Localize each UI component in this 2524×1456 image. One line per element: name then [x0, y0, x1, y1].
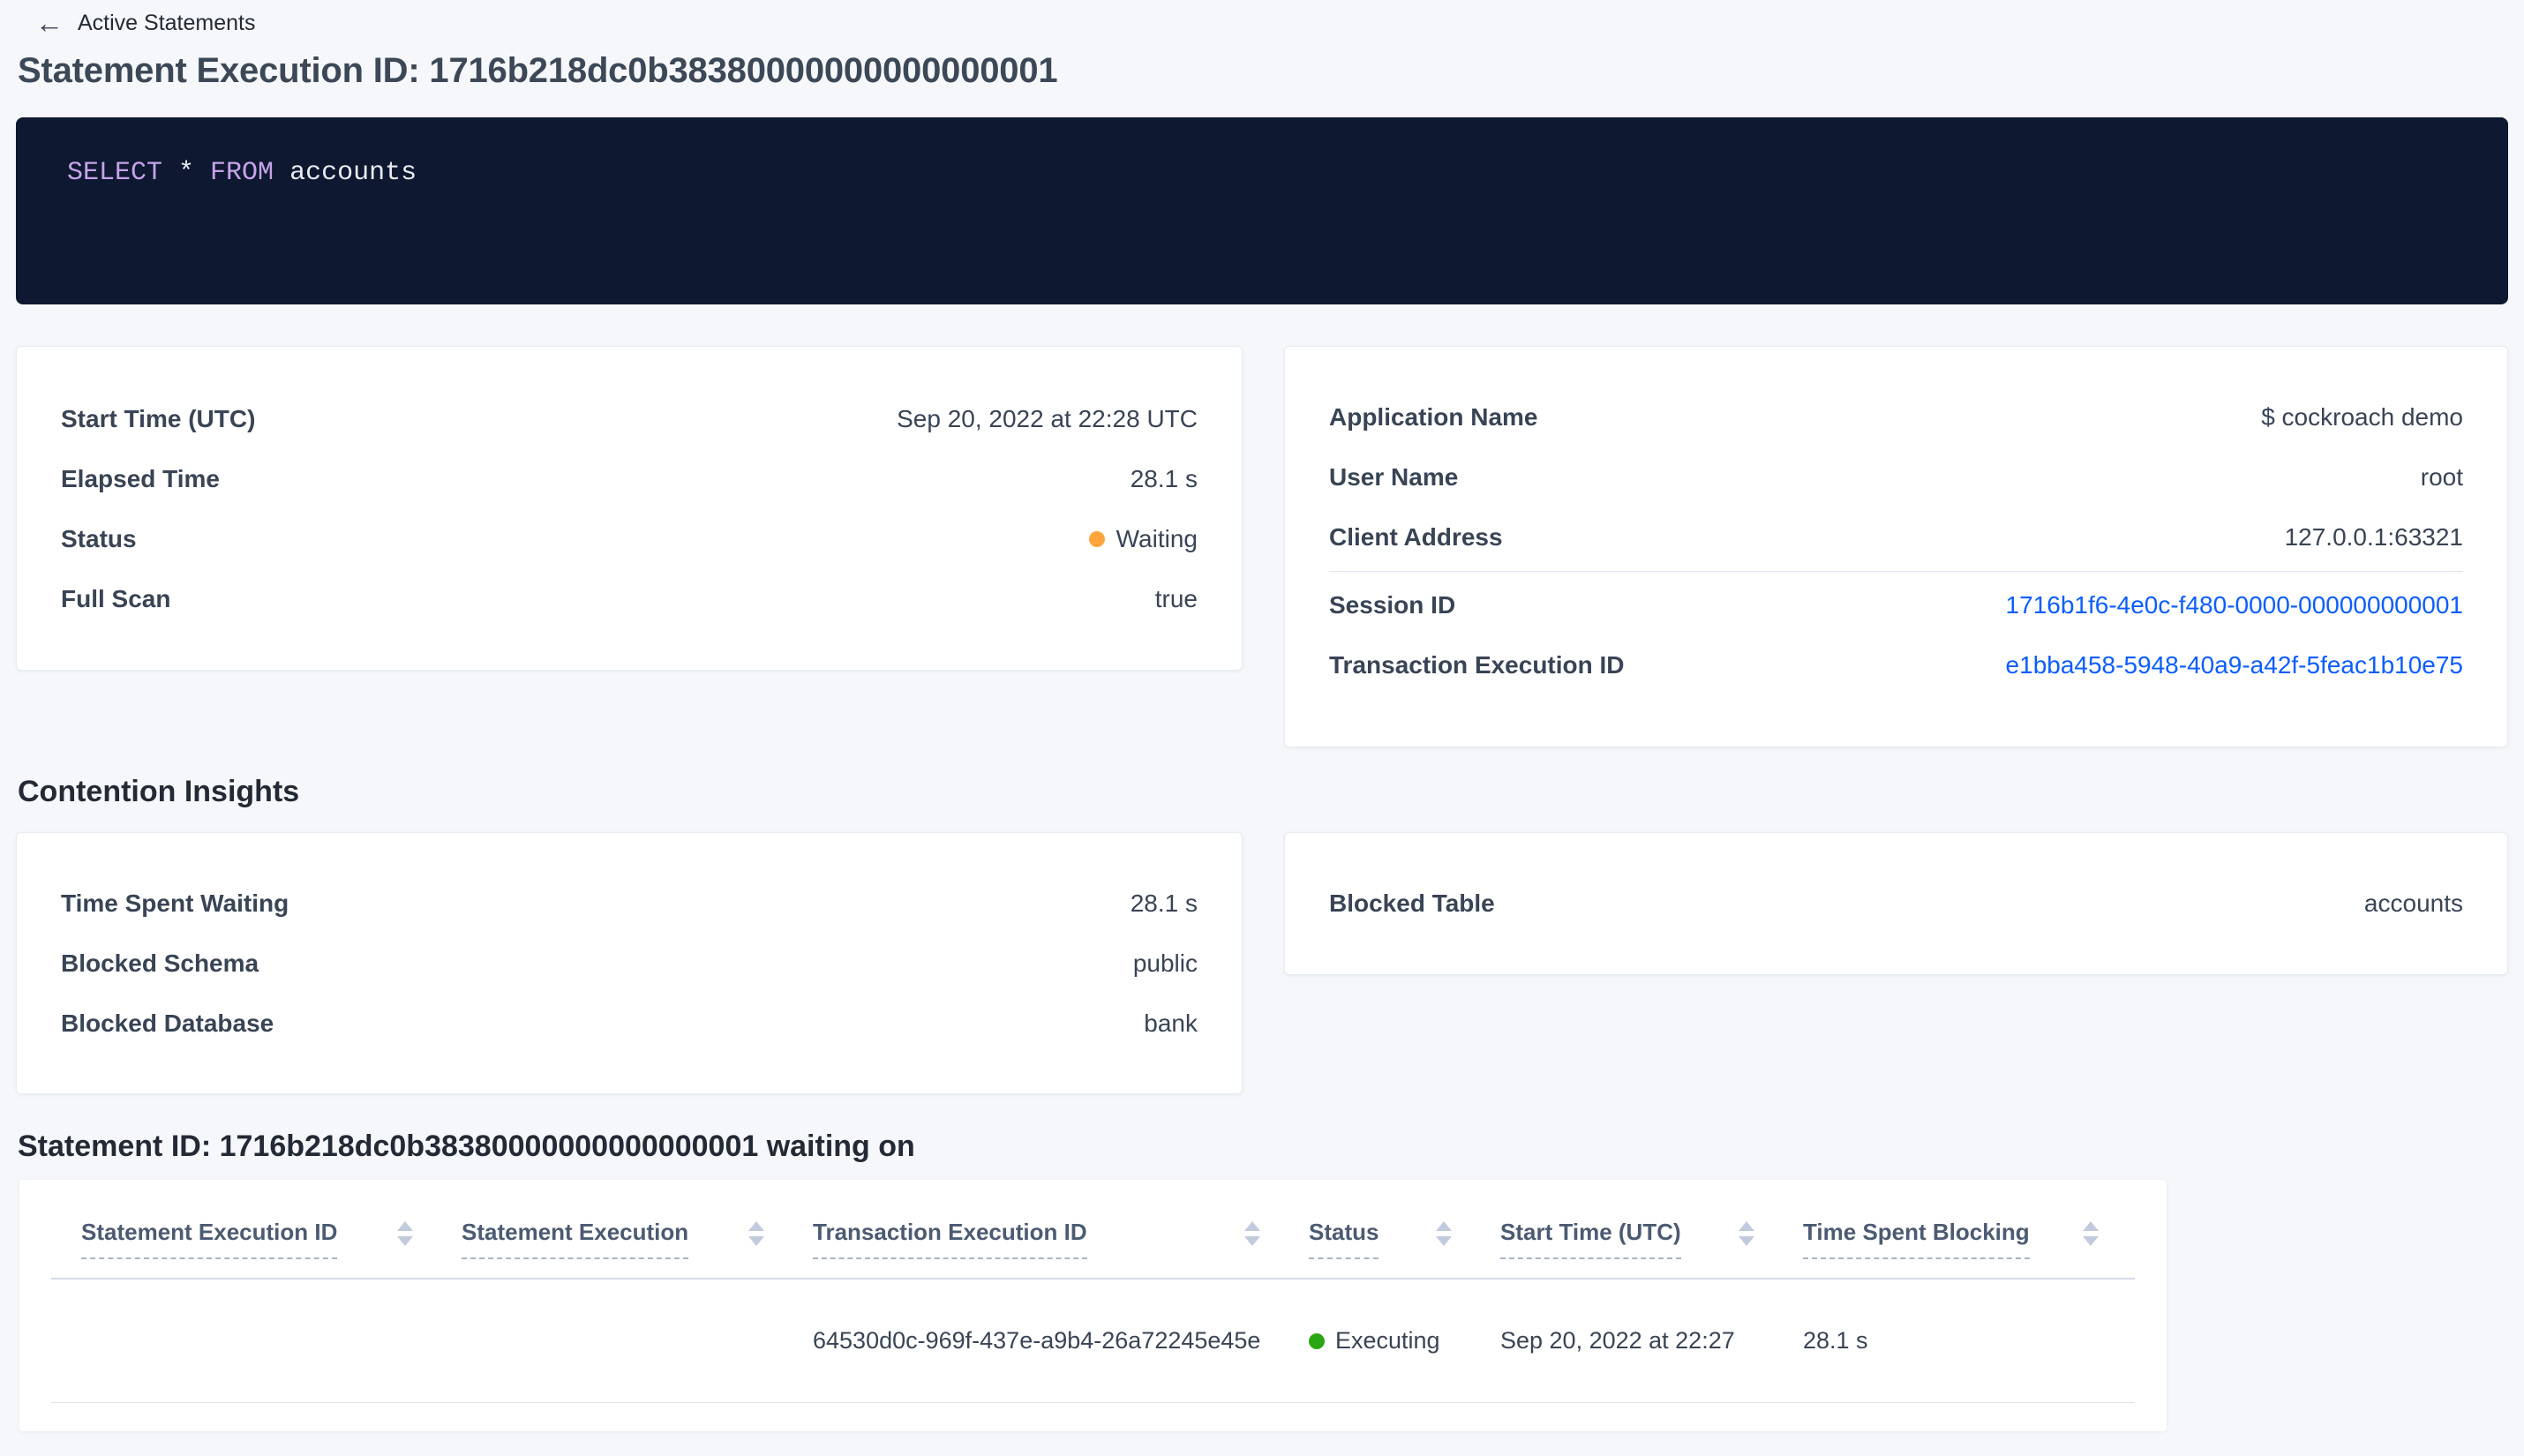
status-dot-executing — [1309, 1332, 1325, 1349]
status-text: Executing — [1335, 1327, 1440, 1354]
row-value: $ cockroach demo — [2261, 403, 2463, 431]
row-value: root — [2420, 463, 2463, 491]
row-value: true — [1154, 585, 1198, 612]
row-label: Full Scan — [61, 585, 171, 612]
overview-card: Start Time (UTC) Sep 20, 2022 at 22:28 U… — [16, 346, 1243, 671]
column-header-time-spent-blocking[interactable]: Time Spent Blocking — [1803, 1219, 2104, 1259]
row-status: Status Waiting — [17, 509, 1242, 569]
column-header-statement-execution-id[interactable]: Statement Execution ID — [81, 1219, 462, 1259]
row-value: accounts — [2363, 889, 2463, 917]
sql-keyword: SELECT — [67, 158, 163, 188]
blocked-table-card: Blocked Table accounts — [1284, 832, 2508, 975]
row-label: Client Address — [1329, 523, 1503, 551]
row-label: Blocked Database — [61, 1009, 274, 1037]
sort-icon[interactable] — [1739, 1221, 1754, 1246]
row-value: 28.1 s — [1130, 465, 1198, 492]
sort-icon[interactable] — [2083, 1221, 2099, 1246]
row-blocked-table: Blocked Table accounts — [1285, 874, 2507, 934]
column-header-transaction-execution-id[interactable]: Transaction Execution ID — [813, 1219, 1309, 1259]
transaction-execution-id-link[interactable]: e1bba458-5948-40a9-a42f-5feac1b10e75 — [2006, 651, 2463, 679]
row-label: Transaction Execution ID — [1329, 651, 1625, 679]
session-id-link[interactable]: 1716b1f6-4e0c-f480-0000-000000000001 — [2006, 591, 2463, 619]
page-title: Statement Execution ID: 1716b218dc0b3838… — [18, 51, 1058, 90]
row-label: Blocked Table — [1329, 889, 1495, 917]
sql-statement-box: SELECT * FROM accounts — [16, 117, 2508, 304]
row-time-spent-waiting: Time Spent Waiting 28.1 s — [17, 874, 1242, 934]
row-label: Blocked Schema — [61, 949, 259, 977]
row-full-scan: Full Scan true — [17, 569, 1242, 629]
sort-icon[interactable] — [1244, 1221, 1260, 1246]
cell-start-time: Sep 20, 2022 at 22:27 — [1500, 1327, 1735, 1354]
card-divider — [1329, 571, 2463, 572]
row-label: Elapsed Time — [61, 465, 221, 492]
row-value: 28.1 s — [1130, 889, 1198, 917]
row-label: Time Spent Waiting — [61, 889, 289, 917]
row-label: Application Name — [1329, 403, 1538, 431]
row-value: Sep 20, 2022 at 22:28 UTC — [897, 405, 1198, 432]
column-label[interactable]: Time Spent Blocking — [1803, 1219, 2030, 1259]
row-user-name: User Name root — [1285, 447, 2507, 507]
page-root: ← Active Statements Statement Execution … — [0, 0, 2524, 1456]
row-elapsed-time: Elapsed Time 28.1 s — [17, 449, 1242, 509]
status-dot-waiting — [1088, 531, 1105, 547]
cell-time-spent-blocking: 28.1 s — [1803, 1327, 1868, 1354]
row-value: bank — [1144, 1009, 1198, 1037]
contention-card: Time Spent Waiting 28.1 s Blocked Schema… — [16, 832, 1243, 1094]
sort-icon[interactable] — [397, 1221, 413, 1246]
session-card: Application Name $ cockroach demo User N… — [1284, 346, 2508, 747]
waiting-on-table: Statement Execution ID Statement Executi… — [19, 1180, 2167, 1431]
column-label[interactable]: Start Time (UTC) — [1500, 1219, 1681, 1259]
column-label[interactable]: Statement Execution — [462, 1219, 689, 1259]
row-label: User Name — [1329, 463, 1459, 491]
column-label[interactable]: Transaction Execution ID — [813, 1219, 1087, 1259]
sort-icon[interactable] — [748, 1221, 764, 1246]
back-arrow-icon[interactable]: ← — [35, 9, 64, 37]
breadcrumb: ← Active Statements — [35, 9, 255, 37]
table-row: 64530d0c-969f-437e-a9b4-26a72245e45e Exe… — [51, 1280, 2135, 1403]
waiting-on-heading: Statement ID: 1716b218dc0b38380000000000… — [18, 1130, 915, 1163]
row-application-name: Application Name $ cockroach demo — [1285, 387, 2507, 447]
cell-status: Executing — [1309, 1327, 1500, 1355]
status-value: Waiting — [1088, 525, 1198, 553]
row-start-time: Start Time (UTC) Sep 20, 2022 at 22:28 U… — [17, 389, 1242, 449]
back-link-active-statements[interactable]: Active Statements — [78, 11, 255, 36]
row-value: 127.0.0.1:63321 — [2284, 523, 2463, 551]
column-header-statement-execution[interactable]: Statement Execution — [462, 1219, 813, 1259]
column-label[interactable]: Status — [1309, 1219, 1379, 1259]
column-label[interactable]: Statement Execution ID — [81, 1219, 338, 1259]
cell-transaction-execution-id: 64530d0c-969f-437e-a9b4-26a72245e45e — [813, 1327, 1261, 1354]
row-blocked-database: Blocked Database bank — [17, 994, 1242, 1054]
row-transaction-execution-id: Transaction Execution ID e1bba458-5948-4… — [1285, 635, 2507, 695]
row-label: Status — [61, 525, 137, 552]
row-client-address: Client Address 127.0.0.1:63321 — [1285, 507, 2507, 567]
sort-icon[interactable] — [1436, 1221, 1452, 1246]
status-text: Waiting — [1116, 525, 1198, 552]
row-value: public — [1132, 949, 1198, 977]
column-header-status[interactable]: Status — [1309, 1219, 1500, 1259]
sql-statement-text: SELECT * FROM accounts — [67, 158, 417, 188]
row-session-id: Session ID 1716b1f6-4e0c-f480-0000-00000… — [1285, 575, 2507, 635]
row-blocked-schema: Blocked Schema public — [17, 934, 1242, 994]
row-label: Session ID — [1329, 591, 1456, 619]
sql-keyword: FROM — [210, 158, 274, 188]
column-header-start-time[interactable]: Start Time (UTC) — [1500, 1219, 1803, 1259]
contention-insights-heading: Contention Insights — [18, 775, 300, 808]
row-label: Start Time (UTC) — [61, 405, 256, 432]
table-header-row: Statement Execution ID Statement Executi… — [51, 1180, 2135, 1280]
